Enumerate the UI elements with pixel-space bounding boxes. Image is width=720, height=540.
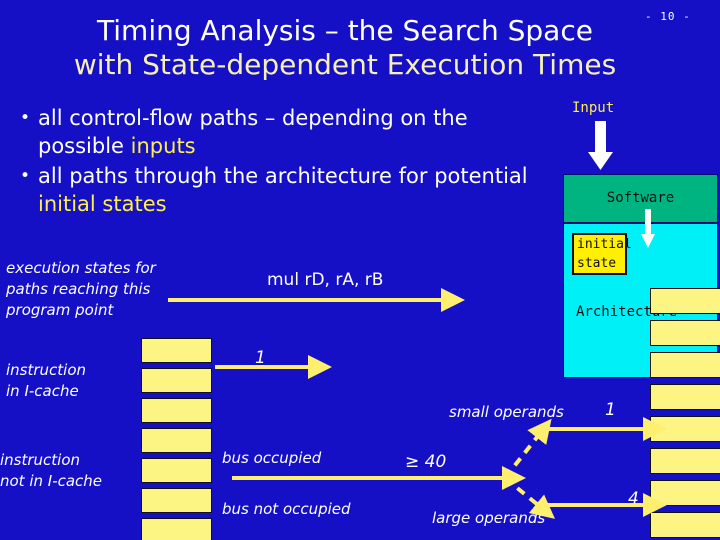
bullet-list: • all control-flow paths – depending on … bbox=[14, 104, 559, 220]
state-box bbox=[141, 458, 212, 483]
title-line-2: with State-dependent Execution Times bbox=[73, 48, 617, 81]
state-box bbox=[650, 480, 720, 506]
large-operands-branch-arrow bbox=[503, 476, 556, 519]
software-box: Software bbox=[563, 174, 718, 223]
input-down-arrow-icon bbox=[588, 121, 613, 170]
initial-state-line-2: state bbox=[577, 256, 617, 271]
cycle-count-cache-hit: 1 bbox=[255, 348, 266, 368]
page-title: Timing Analysis – the Search Space with … bbox=[30, 14, 660, 82]
state-box bbox=[650, 320, 720, 346]
state-box bbox=[650, 512, 720, 538]
state-box bbox=[141, 338, 212, 363]
state-box bbox=[650, 384, 720, 410]
state-box bbox=[650, 416, 720, 442]
cycle-count-large-operands: 4 bbox=[628, 489, 639, 509]
cycle-count-bus-latency: ≥ 40 bbox=[405, 452, 447, 472]
state-box bbox=[141, 518, 212, 540]
slide-canvas: - 10 - Timing Analysis – the Search Spac… bbox=[0, 0, 720, 540]
small-operands-branch-arrow bbox=[503, 418, 552, 480]
bullet-marker-2: • bbox=[20, 166, 31, 186]
bullet-text-2b-highlight: initial states bbox=[38, 192, 167, 216]
state-box bbox=[650, 288, 720, 314]
bullet-text-1a: all control-flow paths – depending on th… bbox=[38, 106, 468, 158]
title-line-1: Timing Analysis – the Search Space bbox=[97, 14, 593, 47]
bullet-item-2: • all paths through the architecture for… bbox=[14, 162, 559, 218]
bullet-item-1: • all control-flow paths – depending on … bbox=[14, 104, 559, 160]
cycle-count-small-operands: 1 bbox=[605, 400, 616, 420]
large-operands-label: large operands bbox=[432, 509, 546, 527]
bus-not-occupied-label: bus not occupied bbox=[222, 500, 351, 518]
small-operands-label: small operands bbox=[449, 403, 564, 421]
state-box bbox=[650, 448, 720, 474]
bullet-text-2a: all paths through the architecture for p… bbox=[38, 164, 528, 188]
bullet-text-1b-highlight: inputs bbox=[130, 134, 196, 158]
input-label: Input bbox=[572, 100, 615, 116]
initial-state-box: initial state bbox=[572, 233, 632, 275]
state-box bbox=[141, 488, 212, 513]
state-box bbox=[141, 368, 212, 393]
bus-occupied-label: bus occupied bbox=[222, 449, 322, 467]
state-box bbox=[141, 428, 212, 453]
mul-instruction-label: mul rD, rA, rB bbox=[267, 270, 384, 290]
instruction-in-cache-label: instruction in I-cache bbox=[6, 361, 87, 400]
initial-state-line-1: initial bbox=[577, 237, 632, 252]
state-box bbox=[141, 398, 212, 423]
software-label: Software bbox=[606, 190, 675, 206]
execution-states-label: execution states for paths reaching this… bbox=[6, 259, 156, 319]
state-box bbox=[650, 352, 720, 378]
instruction-not-in-cache-label: instruction not in I-cache bbox=[0, 451, 103, 490]
bullet-marker-1: • bbox=[20, 108, 31, 128]
